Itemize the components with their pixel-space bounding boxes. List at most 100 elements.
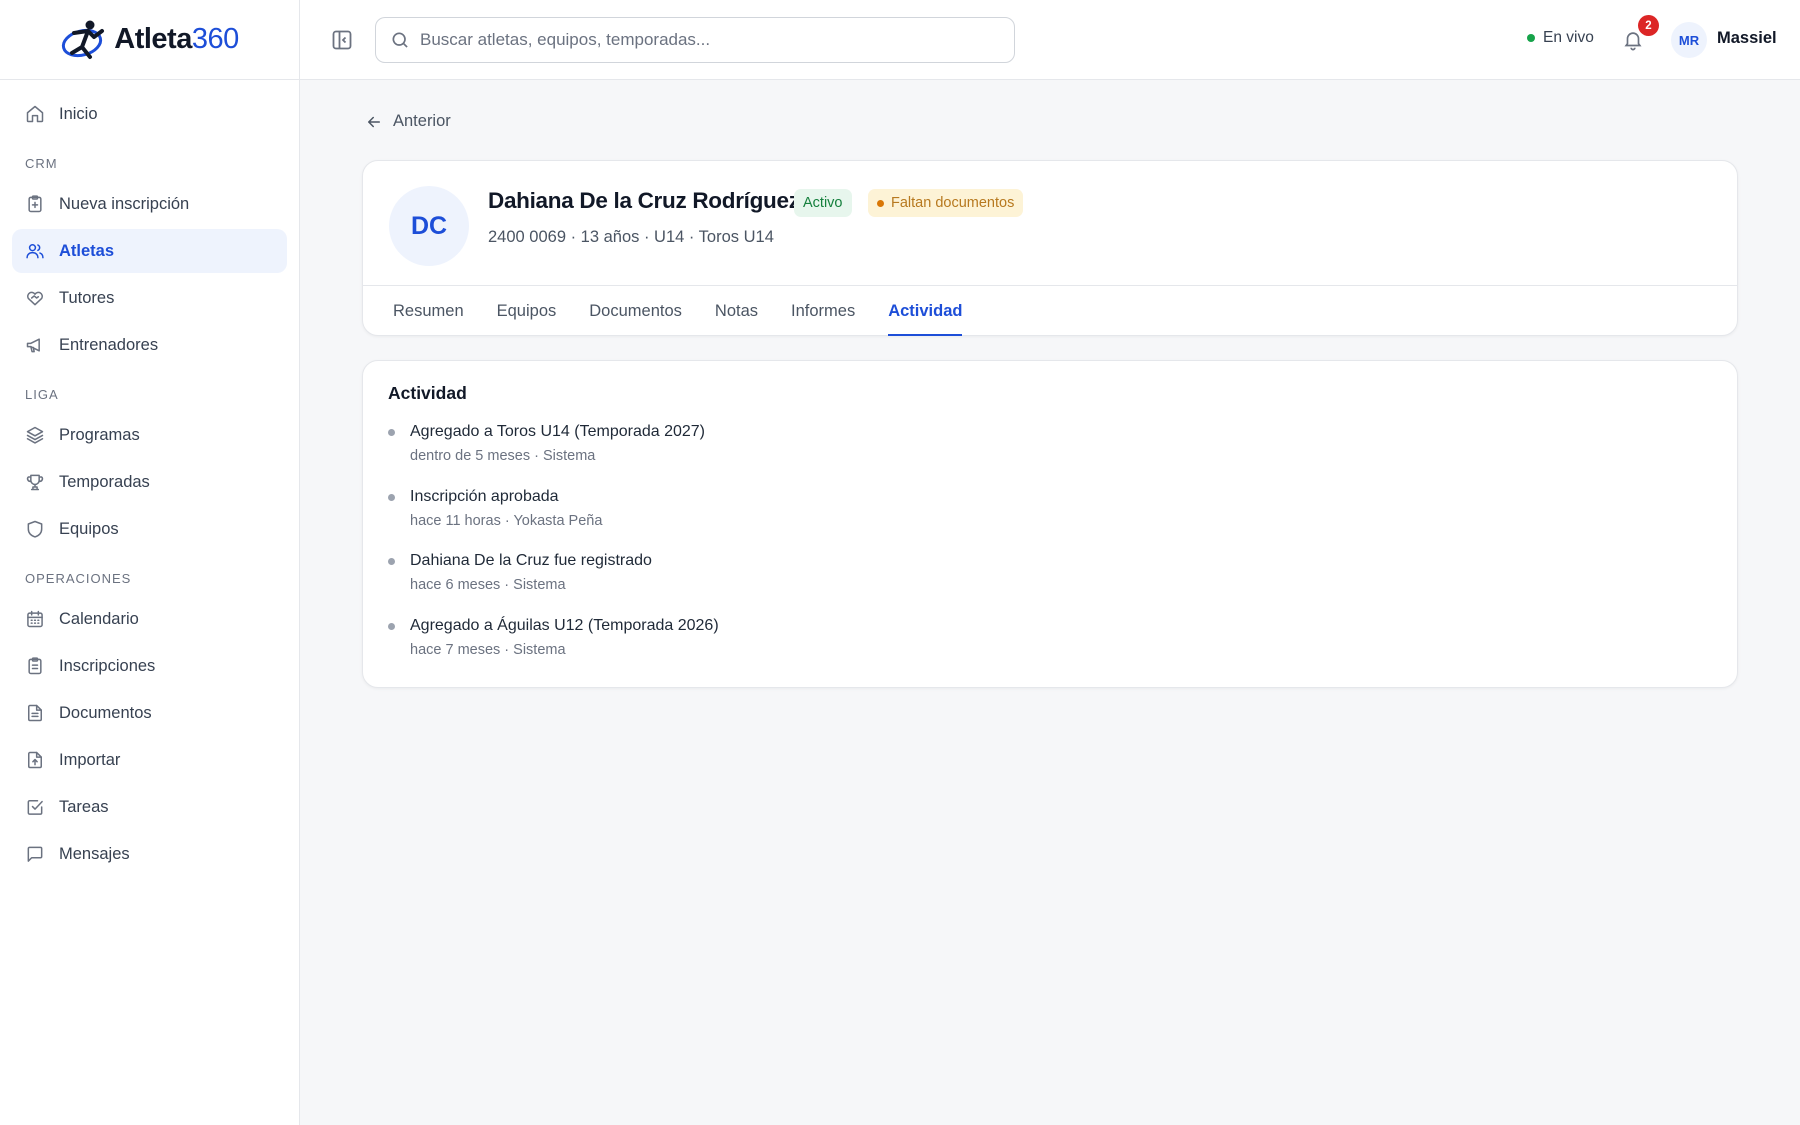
- sidebar-item-mensajes[interactable]: Mensajes: [12, 832, 287, 876]
- notification-count-badge: 2: [1638, 15, 1659, 36]
- sidebar-item-label: Mensajes: [59, 844, 130, 863]
- bullet-icon: [388, 429, 395, 436]
- sidebar-item-label: Atletas: [59, 241, 115, 260]
- sidebar-toggle-button[interactable]: [330, 28, 354, 52]
- panel-left-icon: [332, 30, 352, 50]
- activity-item-title: Dahiana De la Cruz fue registrado: [410, 552, 652, 569]
- trophy-icon: [26, 474, 44, 491]
- sidebar-item-equipos[interactable]: Equipos: [12, 507, 287, 551]
- activity-item-title: Inscripción aprobada: [410, 487, 559, 505]
- notifications-button[interactable]: 2: [1622, 15, 1659, 54]
- sidebar-nav: Inicio CRM Nueva inscripción Atletas Tut…: [0, 80, 299, 891]
- search-input[interactable]: [420, 30, 980, 50]
- sidebar-item-label: Tutores: [59, 288, 115, 307]
- athlete-logo-icon: [62, 20, 105, 59]
- search-bar[interactable]: [375, 17, 1015, 63]
- sidebar-item-label: Calendario: [59, 609, 139, 628]
- bullet-icon: [388, 622, 395, 630]
- sidebar-item-documentos[interactable]: Documentos: [12, 691, 287, 735]
- sidebar-item-atletas[interactable]: Atletas: [12, 229, 287, 273]
- search-icon: [392, 32, 408, 48]
- bullet-icon: [388, 558, 395, 565]
- activity-list: Agregado a Toros U14 (Temporada 2027) de…: [388, 421, 1688, 679]
- logo-text: Atleta360: [114, 23, 239, 55]
- tab-resumen[interactable]: Resumen: [393, 286, 464, 336]
- back-label: Anterior: [393, 112, 451, 130]
- tab-notas[interactable]: Notas: [715, 286, 758, 336]
- sidebar-item-label: Equipos: [59, 519, 119, 538]
- status-badge: Activo: [794, 189, 852, 217]
- back-link[interactable]: Anterior: [365, 112, 451, 131]
- list-item: Agregado a Toros U14 (Temporada 2027) de…: [388, 421, 1688, 486]
- tab-informes[interactable]: Informes: [791, 286, 855, 336]
- sidebar-item-nueva-inscripcion[interactable]: Nueva inscripción: [12, 182, 287, 226]
- sidebar-item-label: Tareas: [59, 797, 109, 816]
- sidebar: Atleta360 Inicio CRM Nueva inscripción A…: [0, 0, 300, 1125]
- warning-dot-icon: [877, 199, 884, 207]
- activity-title: Actividad: [388, 383, 467, 403]
- arrow-left-icon: [368, 116, 380, 127]
- sidebar-item-inscripciones[interactable]: Inscripciones: [12, 644, 287, 688]
- sidebar-item-label: Nueva inscripción: [59, 194, 190, 213]
- athlete-name: Dahiana De la Cruz Rodríguez: [488, 188, 800, 213]
- list-item: Agregado a Águilas U12 (Temporada 2026) …: [388, 615, 1688, 680]
- activity-item-meta: hace 7 meses · Sistema: [410, 641, 566, 658]
- sidebar-item-inicio[interactable]: Inicio: [12, 92, 287, 136]
- clipboard-list-icon: [28, 657, 42, 675]
- sidebar-item-entrenadores[interactable]: Entrenadores: [12, 323, 287, 367]
- logo[interactable]: Atleta360: [0, 0, 299, 80]
- tab-actividad[interactable]: Actividad: [888, 286, 963, 336]
- athlete-profile-card: DC Dahiana De la Cruz Rodríguez Activo F…: [362, 160, 1738, 336]
- sidebar-item-label: Documentos: [59, 703, 152, 722]
- live-status-label: En vivo: [1543, 29, 1594, 46]
- top-header: En vivo 2 MR Massiel: [300, 0, 1800, 80]
- sidebar-item-label: Programas: [59, 425, 140, 444]
- missing-documents-label: Faltan documentos: [891, 195, 1015, 211]
- live-dot-icon: [1527, 34, 1535, 42]
- activity-item-meta: dentro de 5 meses · Sistema: [410, 448, 596, 464]
- message-square-icon: [27, 846, 43, 862]
- sidebar-section-title: LIGA: [25, 387, 59, 402]
- sidebar-section-title: OPERACIONES: [25, 571, 132, 586]
- sidebar-item-temporadas[interactable]: Temporadas: [12, 460, 287, 504]
- layers-icon: [26, 426, 44, 444]
- sidebar-item-importar[interactable]: Importar: [12, 738, 287, 782]
- bullet-icon: [388, 493, 395, 501]
- tab-equipos[interactable]: Equipos: [497, 286, 557, 336]
- sidebar-item-label: Inscripciones: [59, 656, 156, 675]
- activity-item-title: Agregado a Toros U14 (Temporada 2027): [410, 423, 705, 440]
- profile-tabs: Resumen Equipos Documentos Notas Informe…: [363, 286, 1737, 336]
- sidebar-item-programas[interactable]: Programas: [12, 413, 287, 457]
- activity-card: Actividad Agregado a Toros U14 (Temporad…: [362, 360, 1738, 688]
- shield-icon: [27, 520, 43, 538]
- sidebar-item-label: Importar: [59, 750, 121, 769]
- list-item: Dahiana De la Cruz fue registrado hace 6…: [388, 550, 1688, 615]
- activity-item-meta: hace 6 meses · Sistema: [410, 577, 566, 593]
- user-name[interactable]: Massiel: [1717, 29, 1777, 48]
- athlete-meta: 2400 0069 · 13 años · U14 · Toros U14: [488, 228, 774, 246]
- activity-item-meta: hace 11 horas · Yokasta Peña: [410, 512, 603, 529]
- athlete-header: DC Dahiana De la Cruz Rodríguez Activo F…: [363, 161, 1737, 286]
- sidebar-item-label: Entrenadores: [59, 335, 159, 354]
- tab-documentos[interactable]: Documentos: [589, 286, 682, 336]
- clipboard-plus-icon: [28, 195, 42, 213]
- file-text-icon: [28, 704, 42, 722]
- list-item: Inscripción aprobada hace 11 horas · Yok…: [388, 486, 1688, 551]
- missing-documents-badge: Faltan documentos: [868, 189, 1024, 217]
- file-upload-icon: [28, 751, 42, 769]
- heart-handshake-icon: [27, 291, 43, 306]
- sidebar-item-calendario[interactable]: Calendario: [12, 597, 287, 641]
- check-square-icon: [27, 800, 43, 815]
- megaphone-icon: [26, 338, 40, 353]
- sidebar-item-tutores[interactable]: Tutores: [12, 276, 287, 320]
- sidebar-item-label: Temporadas: [59, 472, 150, 491]
- users-icon: [26, 244, 44, 259]
- athlete-avatar: DC: [389, 186, 469, 266]
- user-avatar[interactable]: MR: [1671, 22, 1707, 58]
- sidebar-item-label: Inicio: [59, 104, 98, 123]
- sidebar-item-tareas[interactable]: Tareas: [12, 785, 287, 829]
- live-status: En vivo: [1527, 29, 1594, 47]
- calendar-icon: [27, 610, 43, 628]
- activity-item-title: Agregado a Águilas U12 (Temporada 2026): [410, 616, 719, 634]
- sidebar-section-title: CRM: [25, 156, 58, 171]
